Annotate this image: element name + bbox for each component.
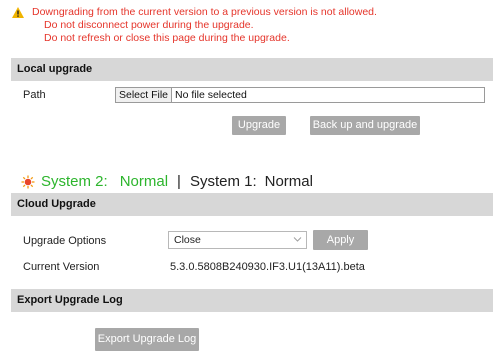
warning-text: Downgrading from the current version to … — [32, 6, 377, 45]
warning-line-2: Do not disconnect power during the upgra… — [44, 19, 254, 31]
current-version-label: Current Version — [23, 261, 100, 273]
system1-value: Normal — [264, 173, 313, 190]
upgrade-options-value: Close — [174, 234, 201, 246]
cloud-upgrade-header: Cloud Upgrade — [11, 193, 493, 216]
path-label: Path — [23, 89, 46, 101]
file-input[interactable]: Select File No file selected — [115, 87, 485, 103]
system-status: System 2: Normal | System 1: Normal — [21, 173, 313, 190]
select-file-button[interactable]: Select File — [116, 88, 173, 102]
warning-icon — [12, 7, 24, 18]
local-upgrade-header: Local upgrade — [11, 58, 493, 81]
warning-line-1: Downgrading from the current version to … — [32, 6, 377, 18]
upgrade-button[interactable]: Upgrade — [232, 116, 286, 135]
upgrade-options-select[interactable]: Close — [168, 231, 307, 249]
export-log-header: Export Upgrade Log — [11, 289, 493, 312]
export-log-button[interactable]: Export Upgrade Log — [95, 328, 199, 351]
backup-upgrade-button[interactable]: Back up and upgrade — [310, 116, 420, 135]
system2-value: Normal — [119, 173, 169, 190]
system2-label: System 2: — [41, 173, 108, 190]
apply-button[interactable]: Apply — [313, 230, 368, 250]
sun-icon — [21, 175, 35, 188]
status-separator: | — [177, 173, 181, 190]
current-version-value: 5.3.0.5808B240930.IF3.U1(13A11).beta — [170, 261, 365, 273]
file-status-text: No file selected — [175, 89, 247, 101]
chevron-down-icon — [293, 237, 302, 242]
system1-label: System 1: — [189, 173, 257, 190]
upgrade-options-label: Upgrade Options — [23, 235, 107, 247]
warning-line-3: Do not refresh or close this page during… — [44, 32, 290, 44]
